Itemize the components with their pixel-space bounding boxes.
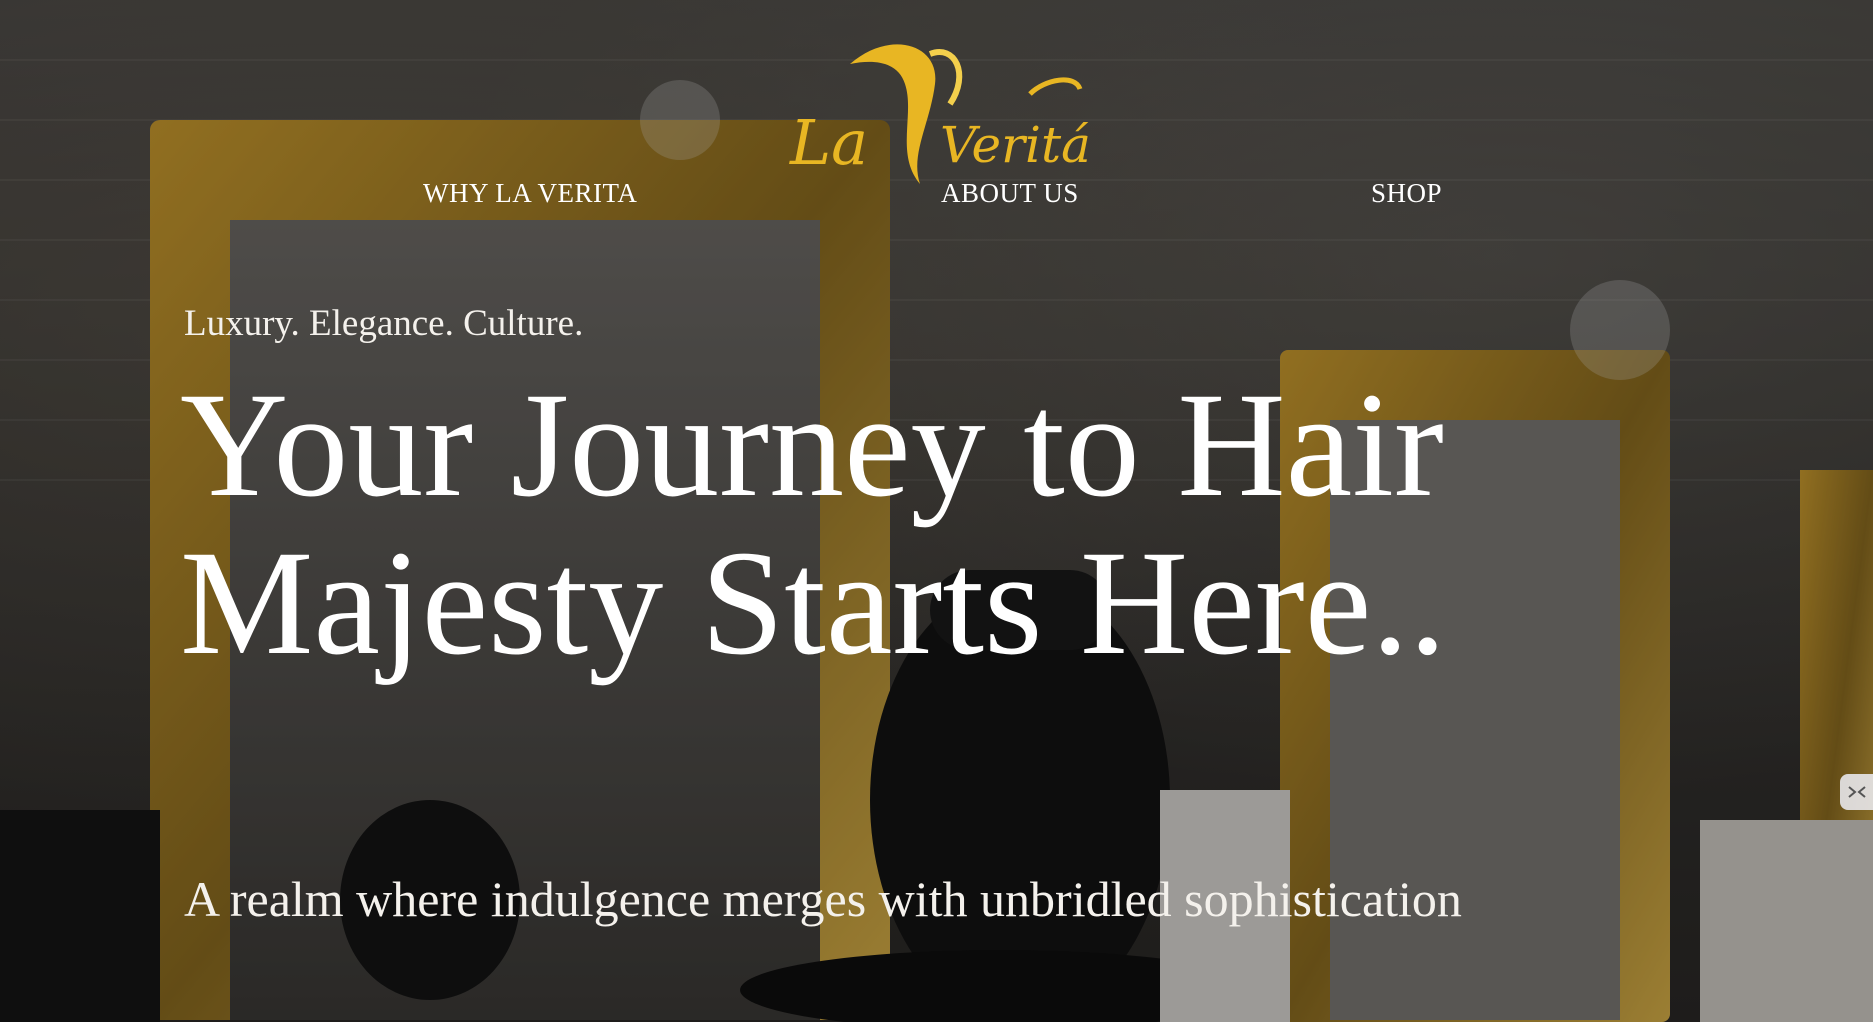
side-toggle-button[interactable] — [1840, 774, 1873, 810]
hero-headline: Your Journey to Hair Majesty Starts Here… — [180, 362, 1447, 686]
svg-text:La: La — [789, 106, 868, 179]
collapse-arrows-icon — [1847, 786, 1866, 798]
nav-shop[interactable]: SHOP — [1371, 178, 1442, 209]
nav-why-la-verita[interactable]: WHY LA VERITA — [423, 178, 637, 209]
hero-tagline: Luxury. Elegance. Culture. — [184, 303, 584, 344]
brand-logo[interactable]: La Veritá — [780, 34, 1100, 194]
hero-subtitle: A realm where indulgence merges with unb… — [184, 871, 1462, 927]
hair-swoosh-icon: La Veritá — [789, 44, 1091, 184]
nav-about-us[interactable]: ABOUT US — [941, 178, 1079, 209]
hero-section: La Veritá WHY LA VERITA ABOUT US SHOP Lu… — [0, 0, 1873, 1022]
svg-text:Veritá: Veritá — [940, 116, 1091, 174]
